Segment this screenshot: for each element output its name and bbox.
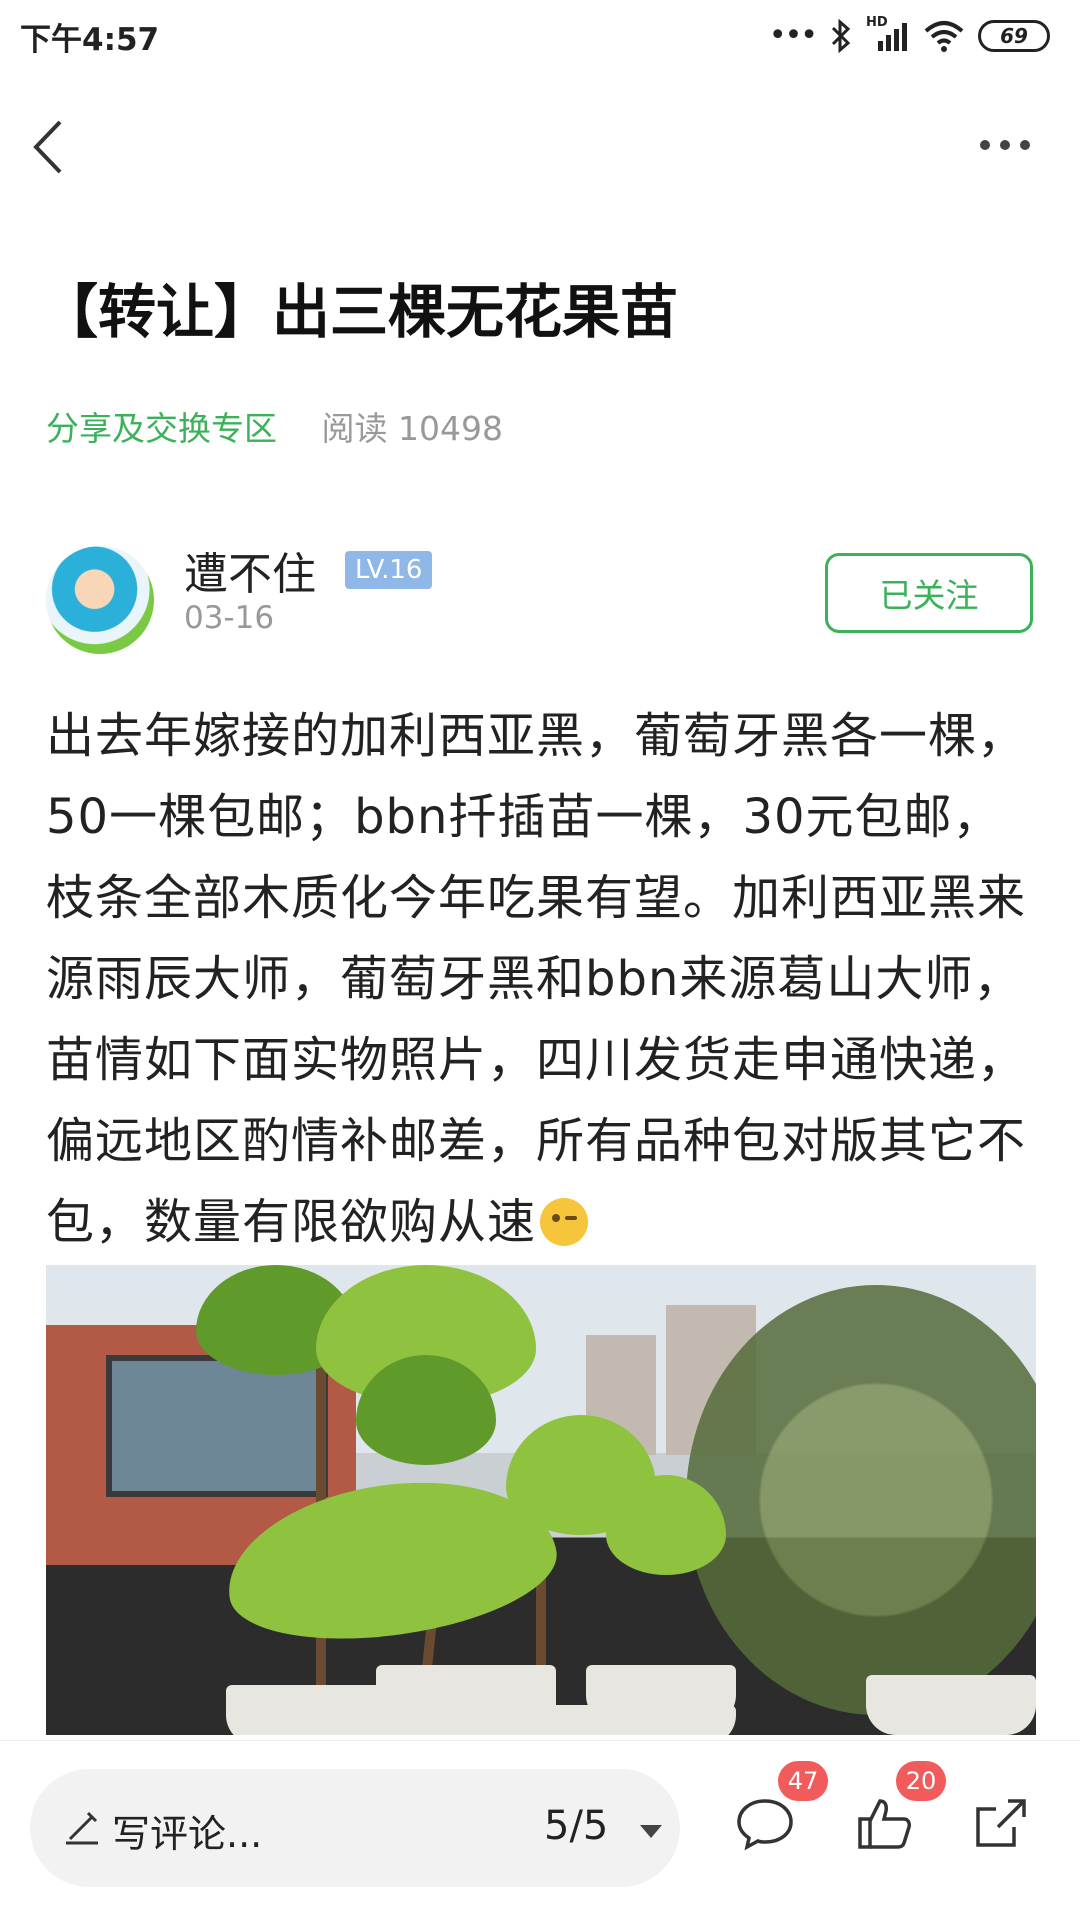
- post-body-text: 出去年嫁接的加利西亚黑，葡萄牙黑各一棵，50一棵包邮；bbn扦插苗一棵，30元包…: [46, 708, 1027, 1250]
- level-badge: LV.16: [345, 551, 433, 589]
- post-body: 出去年嫁接的加利西亚黑，葡萄牙黑各一棵，50一棵包邮；bbn扦插苗一棵，30元包…: [46, 696, 1036, 1263]
- top-nav: [0, 100, 1080, 190]
- like-count-badge: 20: [896, 1761, 946, 1801]
- follow-button[interactable]: 已关注: [825, 553, 1033, 633]
- post-photo[interactable]: [46, 1265, 1036, 1735]
- comment-bubble-icon[interactable]: [733, 1791, 797, 1855]
- wink-emoji-icon: [540, 1198, 589, 1246]
- comment-placeholder: 写评论...: [112, 1812, 263, 1856]
- page-indicator[interactable]: 5/5: [544, 1803, 608, 1849]
- bluetooth-icon: [831, 19, 851, 53]
- wifi-icon: [924, 21, 964, 52]
- status-time: 下午4:57: [20, 22, 160, 58]
- avatar[interactable]: [46, 546, 154, 654]
- photo-pot: [866, 1675, 1036, 1735]
- status-bar: 下午4:57 ••• HD 69: [0, 0, 1080, 74]
- more-options-button[interactable]: [970, 130, 1040, 160]
- post-date: 03-16: [184, 600, 275, 636]
- author-name[interactable]: 遭不住: [184, 538, 316, 602]
- photo-bush: [686, 1285, 1036, 1715]
- dot-icon: [1020, 140, 1030, 150]
- photo-pot: [586, 1665, 736, 1725]
- signal-icon: HD: [866, 15, 910, 53]
- bottom-action-bar: 写评论... 5/5 47 20: [0, 1740, 1080, 1921]
- dot-icon: [1000, 140, 1010, 150]
- notification-dots-icon: •••: [768, 18, 818, 53]
- read-count: 阅读 10498: [321, 409, 503, 448]
- category-link[interactable]: 分享及交换专区: [46, 409, 277, 448]
- post-title: 【转让】出三棵无花果苗: [40, 278, 679, 346]
- comment-count-badge: 47: [778, 1761, 828, 1801]
- battery-icon: 69: [978, 20, 1050, 52]
- back-button[interactable]: [22, 112, 82, 182]
- post-meta: 分享及交换专区 阅读 10498: [46, 402, 503, 450]
- share-icon[interactable]: [968, 1791, 1032, 1855]
- dot-icon: [980, 140, 990, 150]
- thumbs-up-icon[interactable]: [852, 1791, 916, 1855]
- comment-input[interactable]: 写评论... 5/5: [30, 1769, 680, 1887]
- status-icons: ••• HD 69: [768, 15, 1050, 56]
- pencil-icon: [66, 1811, 98, 1845]
- caret-down-icon[interactable]: [640, 1825, 662, 1838]
